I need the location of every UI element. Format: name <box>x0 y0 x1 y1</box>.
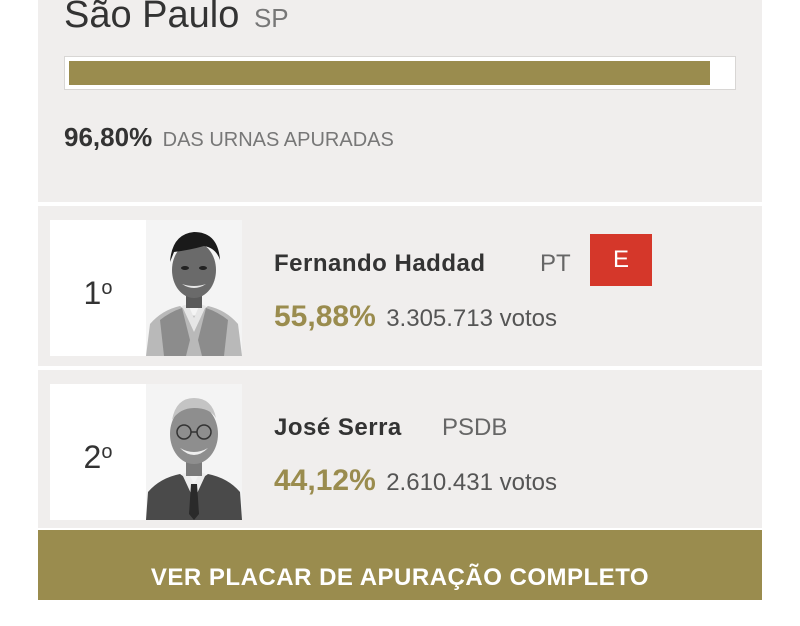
counted-label: DAS URNAS APURADAS <box>162 129 394 151</box>
city-title: São Paulo SP <box>64 0 289 37</box>
rank-box: 1o <box>50 220 146 356</box>
candidate-votes: 2.610.431 votos <box>386 469 558 496</box>
election-results-widget: São Paulo SP 96,80% DAS URNAS APURADAS 1… <box>38 0 762 600</box>
candidate-percent: 55,88% <box>274 300 376 333</box>
candidate-party: PT <box>540 250 571 277</box>
rank-ordinal: o <box>101 441 113 463</box>
results-header: São Paulo SP 96,80% DAS URNAS APURADAS <box>38 0 762 202</box>
state-abbreviation: SP <box>253 3 289 33</box>
counting-progress-bar <box>64 56 736 90</box>
view-full-results-button[interactable]: VER PLACAR DE APURAÇÃO COMPLETO <box>38 530 762 600</box>
rank-ordinal: o <box>101 277 113 299</box>
counted-percent: 96,80% <box>64 122 153 152</box>
counting-progress-fill <box>69 61 710 85</box>
candidate-photo <box>146 384 242 520</box>
rank-number: 2 <box>83 439 102 475</box>
candidate-votes: 3.305.713 votos <box>386 305 558 332</box>
candidate-row-serra: 2o José Serra PSDB 44,12% 2.610.431 voto… <box>38 370 762 528</box>
elected-badge: E <box>590 234 652 286</box>
candidate-photo <box>146 220 242 356</box>
rank-number: 1 <box>83 275 102 311</box>
rank-box: 2o <box>50 384 146 520</box>
city-name: São Paulo <box>64 0 240 36</box>
candidate-result: 44,12% 2.610.431 votos <box>274 464 557 498</box>
candidate-party: PSDB <box>442 414 508 441</box>
candidate-row-haddad: 1o Fernando Haddad PT E 55,88% 3.305.713… <box>38 206 762 366</box>
candidate-percent: 44,12% <box>274 464 376 497</box>
candidate-name: José Serra <box>274 414 402 441</box>
candidate-name: Fernando Haddad <box>274 250 486 277</box>
candidate-result: 55,88% 3.305.713 votos <box>274 300 557 334</box>
counted-summary: 96,80% DAS URNAS APURADAS <box>64 122 394 153</box>
